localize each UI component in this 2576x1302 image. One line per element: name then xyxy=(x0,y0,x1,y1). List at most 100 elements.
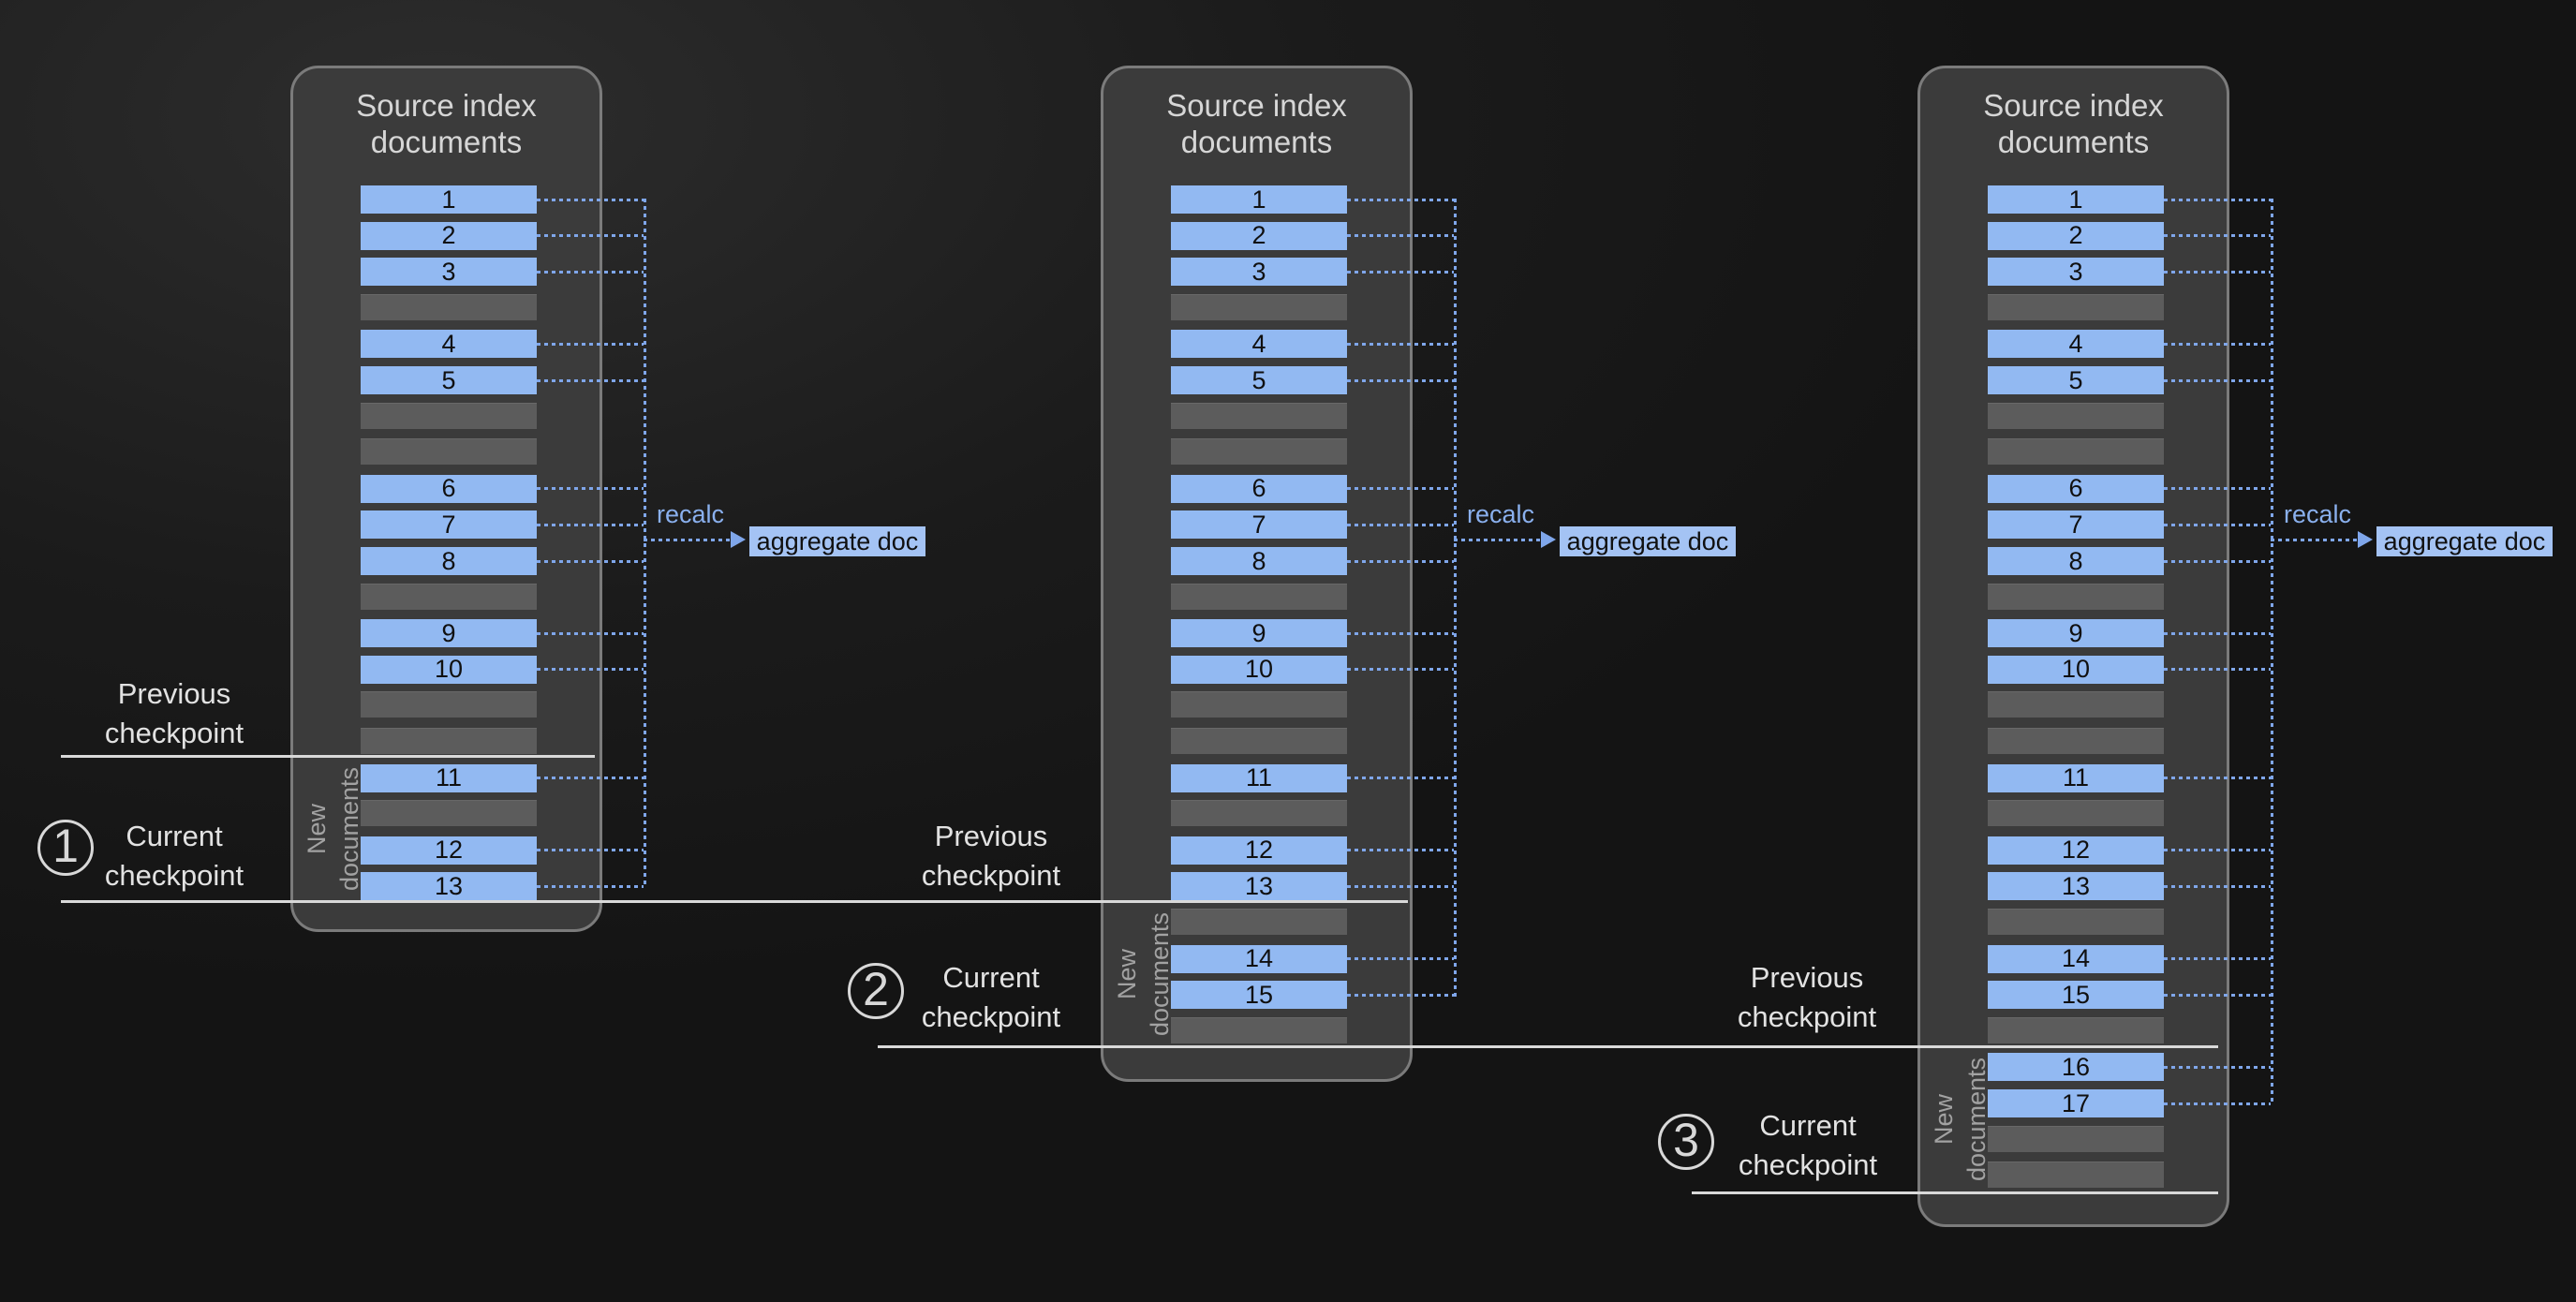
doc-connector-line xyxy=(2164,885,2271,888)
empty-doc-slot xyxy=(1171,403,1347,429)
doc-connector-line xyxy=(2164,343,2271,346)
panel-title: Source indexdocuments xyxy=(290,87,602,160)
checkpoint-label-line: Current xyxy=(1739,1106,1877,1146)
doc-bar-13: 13 xyxy=(361,872,537,900)
collector-line xyxy=(1454,199,1457,997)
doc-bar-6: 6 xyxy=(1988,475,2164,503)
new-documents-label-line: documents xyxy=(1144,911,1177,1035)
checkpoint-label-line: checkpoint xyxy=(1739,1146,1877,1185)
previous-checkpoint-label-1: Previouscheckpoint xyxy=(105,674,244,753)
recalc-label: recalc xyxy=(657,500,724,529)
doc-bar-2: 2 xyxy=(1171,222,1347,250)
recalc-arrowhead xyxy=(2358,531,2373,548)
previous-checkpoint-label-3: Previouscheckpoint xyxy=(1738,958,1876,1037)
doc-connector-line xyxy=(537,271,644,274)
doc-connector-line xyxy=(2164,849,2271,851)
doc-connector-line xyxy=(1347,560,1454,563)
doc-connector-line xyxy=(1347,885,1454,888)
doc-connector-line xyxy=(2164,271,2271,274)
panel-title: Source indexdocuments xyxy=(1917,87,2229,160)
collector-line xyxy=(2271,199,2273,1105)
checkpoint-line-4 xyxy=(1692,1191,2218,1194)
doc-bar-4: 4 xyxy=(361,330,537,358)
doc-bar-6: 6 xyxy=(1171,475,1347,503)
empty-doc-slot xyxy=(1988,403,2164,429)
doc-connector-line xyxy=(2164,379,2271,382)
doc-connector-line xyxy=(1347,379,1454,382)
new-documents-label: Newdocuments xyxy=(1111,911,1177,1035)
new-documents-label-line: New xyxy=(301,767,333,891)
doc-connector-line xyxy=(1347,234,1454,237)
doc-connector-line xyxy=(1347,994,1454,997)
doc-connector-line xyxy=(2164,668,2271,671)
doc-connector-line xyxy=(1347,199,1454,201)
empty-doc-slot xyxy=(1988,909,2164,935)
new-documents-label: Newdocuments xyxy=(1928,1058,1993,1181)
doc-bar-4: 4 xyxy=(1988,330,2164,358)
panel-title-line: documents xyxy=(290,124,602,160)
empty-doc-slot xyxy=(1988,800,2164,826)
current-checkpoint-label-1: Currentcheckpoint xyxy=(105,817,244,895)
doc-bar-10: 10 xyxy=(1171,656,1347,684)
doc-connector-line xyxy=(1347,343,1454,346)
checkpoint-label-line: checkpoint xyxy=(105,714,244,753)
checkpoint-number-badge-2: 2 xyxy=(848,963,904,1019)
doc-bar-15: 15 xyxy=(1988,981,2164,1009)
empty-doc-slot xyxy=(1171,800,1347,826)
empty-doc-slot xyxy=(361,403,537,429)
doc-bar-3: 3 xyxy=(1171,258,1347,286)
checkpoint-label-line: checkpoint xyxy=(1738,998,1876,1037)
previous-checkpoint-label-2: Previouscheckpoint xyxy=(922,817,1060,895)
empty-doc-slot xyxy=(361,294,537,320)
doc-connector-line xyxy=(537,885,644,888)
doc-connector-line xyxy=(537,632,644,635)
doc-bar-10: 10 xyxy=(1988,656,2164,684)
empty-doc-slot xyxy=(1988,1126,2164,1152)
checkpoint-label-line: checkpoint xyxy=(922,998,1060,1037)
doc-bar-12: 12 xyxy=(361,836,537,865)
new-documents-label-line: New xyxy=(1111,911,1144,1035)
doc-connector-line xyxy=(537,343,644,346)
doc-bar-17: 17 xyxy=(1988,1089,2164,1117)
doc-bar-2: 2 xyxy=(361,222,537,250)
doc-bar-1: 1 xyxy=(361,185,537,214)
recalc-arrowhead xyxy=(731,531,746,548)
doc-connector-line xyxy=(2164,524,2271,526)
doc-bar-11: 11 xyxy=(1988,764,2164,792)
checkpoint-label-line: Current xyxy=(922,958,1060,998)
checkpoint-line-1 xyxy=(61,755,595,758)
doc-connector-line xyxy=(537,379,644,382)
current-checkpoint-label-2: Currentcheckpoint xyxy=(922,958,1060,1037)
doc-bar-5: 5 xyxy=(1171,366,1347,394)
recalc-arrow-line xyxy=(2271,539,2360,541)
new-documents-label-line: documents xyxy=(1961,1058,1993,1181)
doc-connector-line xyxy=(2164,994,2271,997)
doc-bar-8: 8 xyxy=(361,547,537,575)
new-documents-label-line: documents xyxy=(333,767,366,891)
doc-connector-line xyxy=(2164,1066,2271,1069)
doc-connector-line xyxy=(537,234,644,237)
aggregate-doc-box: aggregate doc xyxy=(2376,526,2553,556)
empty-doc-slot xyxy=(1988,1161,2164,1188)
doc-connector-line xyxy=(537,849,644,851)
doc-connector-line xyxy=(1347,777,1454,779)
empty-doc-slot xyxy=(1988,584,2164,610)
doc-bar-5: 5 xyxy=(1988,366,2164,394)
doc-bar-7: 7 xyxy=(1988,510,2164,539)
checkpoint-label-line: checkpoint xyxy=(105,856,244,895)
panel-title: Source indexdocuments xyxy=(1101,87,1413,160)
doc-bar-11: 11 xyxy=(361,764,537,792)
doc-connector-line xyxy=(537,487,644,490)
doc-connector-line xyxy=(2164,1102,2271,1105)
doc-bar-8: 8 xyxy=(1988,547,2164,575)
empty-doc-slot xyxy=(1171,691,1347,718)
checkpoint-number-badge-1: 1 xyxy=(37,820,94,876)
doc-connector-line xyxy=(1347,487,1454,490)
doc-bar-14: 14 xyxy=(1171,945,1347,973)
current-checkpoint-label-3: Currentcheckpoint xyxy=(1739,1106,1877,1185)
doc-bar-11: 11 xyxy=(1171,764,1347,792)
doc-bar-14: 14 xyxy=(1988,945,2164,973)
doc-connector-line xyxy=(537,560,644,563)
empty-doc-slot xyxy=(361,691,537,718)
empty-doc-slot xyxy=(1171,1017,1347,1043)
